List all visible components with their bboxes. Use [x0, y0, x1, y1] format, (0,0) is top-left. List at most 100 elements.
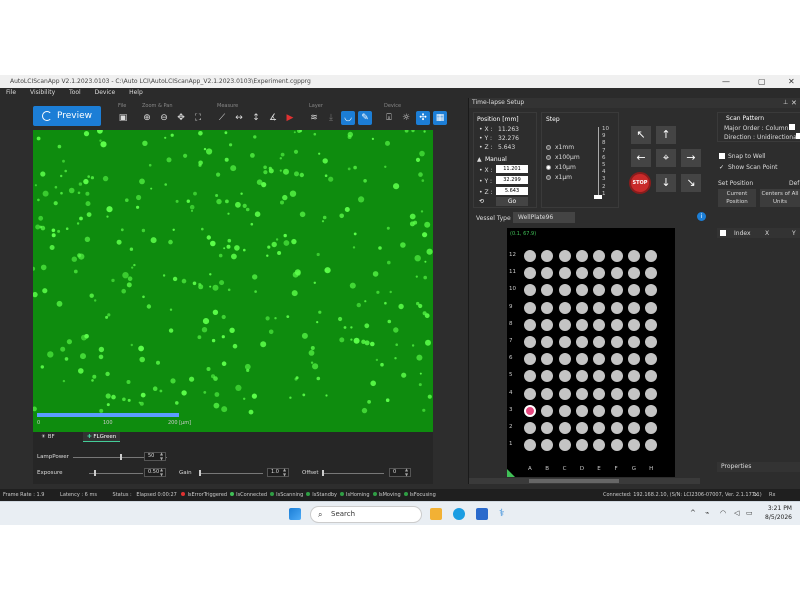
wifi-icon[interactable]: ◠ — [720, 509, 726, 517]
start-icon[interactable] — [289, 508, 301, 520]
well-plate-map[interactable]: (0.1, 67.9) 12 11 10 9 8 7 6 5 4 3 2 1 A B C D E F G H — [507, 228, 675, 477]
well-G5[interactable] — [627, 370, 640, 383]
well-B11[interactable] — [541, 267, 554, 280]
menu-visibility[interactable]: Visibility — [30, 89, 55, 96]
gain-thumb[interactable] — [199, 470, 201, 476]
well-C1[interactable] — [558, 439, 571, 452]
well-C11[interactable] — [558, 267, 571, 280]
well-C9[interactable] — [558, 301, 571, 314]
well-F4[interactable] — [610, 387, 623, 400]
well-E10[interactable] — [593, 284, 606, 297]
well-F11[interactable] — [610, 267, 623, 280]
well-D10[interactable] — [575, 284, 588, 297]
stop-button[interactable]: STOP — [629, 172, 651, 194]
well-A3[interactable] — [524, 404, 536, 417]
well-G2[interactable] — [627, 422, 640, 434]
well-A1[interactable] — [524, 439, 536, 452]
well-F2[interactable] — [610, 422, 623, 434]
menu-tool[interactable]: Tool — [69, 89, 81, 96]
well-C7[interactable] — [558, 336, 571, 348]
well-E5[interactable] — [593, 370, 606, 383]
zoom-in-icon[interactable]: ⊕ — [140, 111, 154, 125]
live-image-view[interactable]: 0 100 200 [µm] — [33, 130, 433, 432]
well-E3[interactable] — [593, 404, 606, 417]
pin-icon[interactable]: ⊥ — [783, 98, 788, 108]
well-D1[interactable] — [575, 439, 588, 452]
well-E8[interactable] — [593, 318, 606, 331]
close-icon[interactable]: ✕ — [788, 75, 795, 88]
well-D4[interactable] — [575, 387, 588, 400]
well-B3[interactable] — [541, 404, 554, 417]
step-radio-2[interactable] — [546, 165, 551, 170]
well-D8[interactable] — [575, 318, 588, 331]
zoom-out-icon[interactable]: ⊖ — [157, 111, 171, 125]
well-D7[interactable] — [575, 336, 588, 348]
well-E4[interactable] — [593, 387, 606, 400]
well-D3[interactable] — [575, 404, 588, 417]
pan-icon[interactable]: ✥ — [174, 111, 188, 125]
measure-line-icon[interactable]: ⟋ — [215, 111, 229, 125]
well-G3[interactable] — [627, 404, 640, 417]
well-D9[interactable] — [575, 301, 588, 314]
current-position-button[interactable]: Current Position — [718, 189, 756, 207]
refresh-icon[interactable]: ⟲ — [479, 198, 484, 205]
well-B5[interactable] — [541, 370, 554, 383]
camera-icon[interactable]: ⌻ — [382, 111, 396, 125]
measure-clear-icon[interactable]: ▶ — [283, 111, 297, 125]
offset-thumb[interactable] — [322, 470, 324, 476]
well-H1[interactable] — [645, 439, 658, 452]
measure-vertical-icon[interactable]: ↕ — [249, 111, 263, 125]
well-H6[interactable] — [645, 353, 658, 366]
scan-app-icon[interactable]: ⚕ — [499, 508, 511, 520]
maximize-icon[interactable]: ▢ — [758, 75, 766, 88]
properties-header[interactable]: Properties — [717, 462, 800, 472]
fit-icon[interactable]: ⛶ — [191, 111, 205, 125]
well-C6[interactable] — [558, 353, 571, 366]
exposure-slider[interactable] — [89, 473, 143, 474]
manual-y-input[interactable]: 32.299 — [496, 176, 528, 184]
well-C2[interactable] — [558, 422, 571, 434]
well-D6[interactable] — [575, 353, 588, 366]
well-D2[interactable] — [575, 422, 588, 434]
jog-left-icon[interactable]: ← — [631, 149, 651, 167]
well-G9[interactable] — [627, 301, 640, 314]
well-C4[interactable] — [558, 387, 571, 400]
well-B2[interactable] — [541, 422, 554, 434]
select-all-checkbox[interactable] — [720, 230, 726, 236]
major-order-checkbox[interactable] — [789, 124, 795, 130]
well-A12[interactable] — [524, 250, 536, 262]
well-E11[interactable] — [593, 267, 606, 280]
measure-horizontal-icon[interactable]: ↔ — [232, 111, 246, 125]
well-G7[interactable] — [627, 336, 640, 348]
well-H5[interactable] — [645, 370, 658, 383]
well-E9[interactable] — [593, 301, 606, 314]
manual-x-input[interactable]: 11.201 — [496, 165, 528, 173]
well-B9[interactable] — [541, 301, 554, 314]
well-B4[interactable] — [541, 387, 554, 400]
well-D11[interactable] — [575, 267, 588, 280]
well-G1[interactable] — [627, 439, 640, 452]
minimize-icon[interactable]: — — [722, 75, 730, 88]
file-explorer-icon[interactable] — [430, 508, 442, 520]
well-D12[interactable] — [575, 250, 588, 262]
battery-icon[interactable]: ▭ — [746, 509, 753, 517]
layer-edit-icon[interactable]: ✎ — [358, 111, 372, 125]
well-F1[interactable] — [610, 439, 623, 452]
well-E1[interactable] — [593, 439, 606, 452]
well-C10[interactable] — [558, 284, 571, 297]
scrollbar-thumb[interactable] — [529, 479, 619, 483]
well-B6[interactable] — [541, 353, 554, 366]
manual-collapse-icon[interactable]: ▲ — [477, 156, 482, 163]
jog-right-icon[interactable]: → — [681, 149, 701, 167]
well-H10[interactable] — [645, 284, 658, 297]
gain-slider[interactable] — [199, 473, 263, 474]
well-F3[interactable] — [610, 404, 623, 417]
well-A9[interactable] — [524, 301, 536, 314]
well-F7[interactable] — [610, 336, 623, 348]
clock-date[interactable]: 8/5/2026 — [760, 514, 792, 521]
fan-icon[interactable]: ✣ — [416, 111, 430, 125]
volume-icon[interactable]: ◁ — [734, 509, 739, 517]
jog-up-left-icon[interactable]: ↖ — [631, 126, 651, 144]
layer-down-icon[interactable]: ⤓ — [324, 111, 338, 125]
layers-icon[interactable]: ≋ — [307, 111, 321, 125]
